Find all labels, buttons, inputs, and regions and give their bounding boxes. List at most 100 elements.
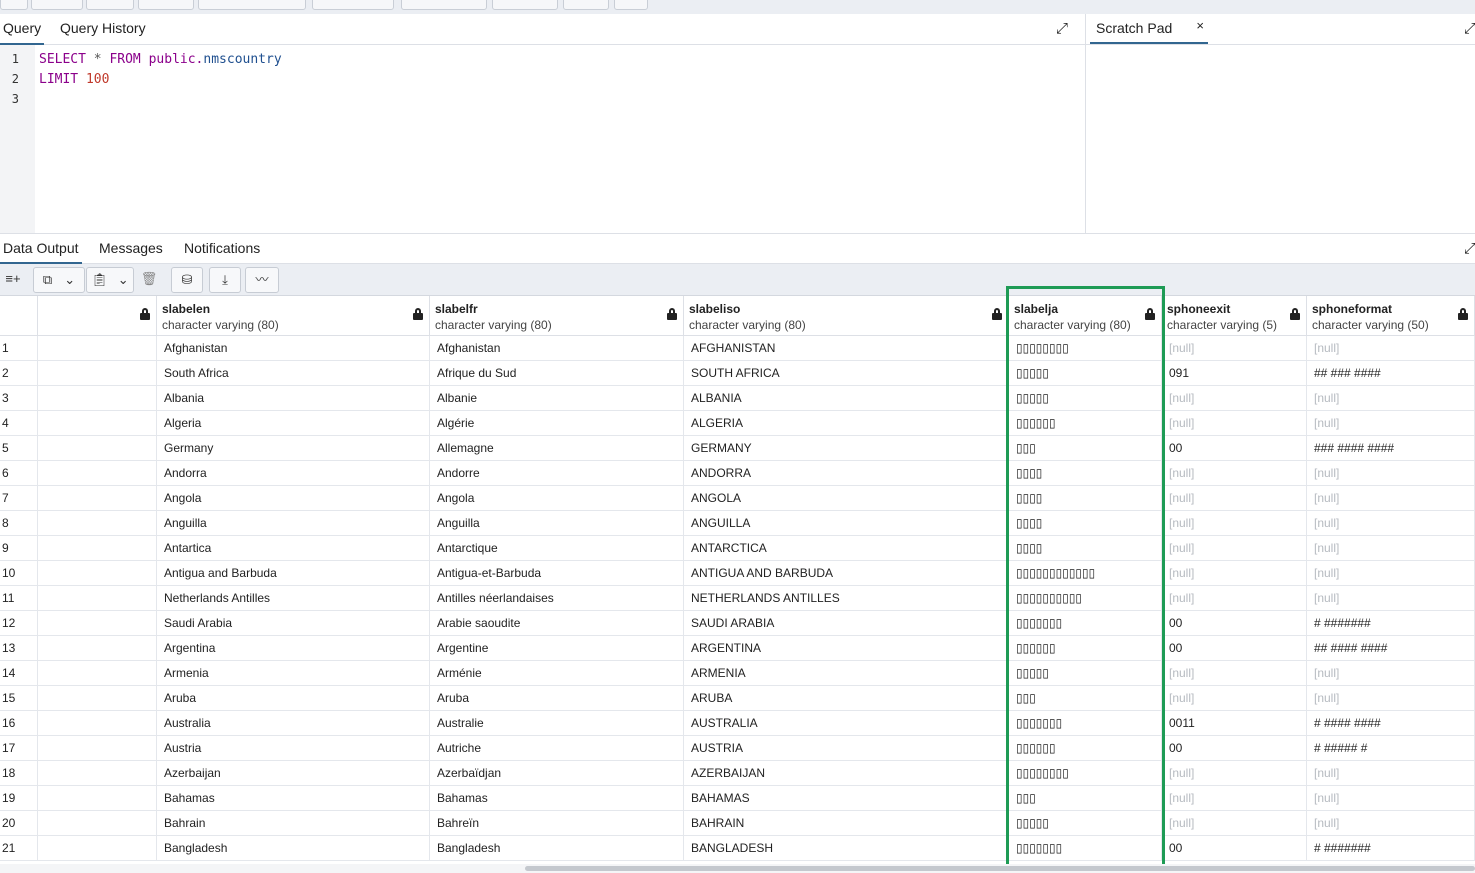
table-cell[interactable]: [null] bbox=[1162, 586, 1307, 610]
table-row[interactable]: 6 Andorra Andorre ANDORRA ▯▯▯▯ [null] [null] bbox=[0, 461, 1475, 486]
table-cell[interactable]: ▯▯▯▯▯▯▯▯ bbox=[1009, 761, 1162, 785]
table-cell[interactable] bbox=[38, 686, 157, 710]
table-cell[interactable]: [null] bbox=[1307, 661, 1475, 685]
table-cell[interactable] bbox=[38, 561, 157, 585]
table-cell[interactable]: Antigua and Barbuda bbox=[157, 561, 430, 585]
table-cell[interactable] bbox=[38, 761, 157, 785]
toolbar-button[interactable] bbox=[86, 0, 134, 10]
table-cell[interactable]: Armenia bbox=[157, 661, 430, 685]
table-cell[interactable] bbox=[38, 436, 157, 460]
table-cell[interactable]: Andorra bbox=[157, 461, 430, 485]
table-cell[interactable]: 091 bbox=[1162, 361, 1307, 385]
table-cell[interactable]: ## ### #### bbox=[1307, 361, 1475, 385]
toolbar-button[interactable] bbox=[401, 0, 487, 10]
table-cell[interactable]: Andorre bbox=[430, 461, 684, 485]
table-cell[interactable]: Algeria bbox=[157, 411, 430, 435]
table-row[interactable]: 5 Germany Allemagne GERMANY ▯▯▯ 00 ### #### ##… bbox=[0, 436, 1475, 461]
table-cell[interactable]: ▯▯▯ bbox=[1009, 686, 1162, 710]
table-row[interactable]: 10 Antigua and Barbuda Antigua-et-Barbuda A… bbox=[0, 561, 1475, 586]
toolbar-button[interactable] bbox=[31, 0, 83, 10]
table-cell[interactable]: ▯▯▯▯▯▯ bbox=[1009, 411, 1162, 435]
table-cell[interactable]: # ####### bbox=[1307, 836, 1475, 860]
table-cell[interactable]: Anguilla bbox=[157, 511, 430, 535]
table-cell[interactable]: ▯▯▯ bbox=[1009, 786, 1162, 810]
table-cell[interactable]: Antarctique bbox=[430, 536, 684, 560]
tab-messages[interactable]: Messages bbox=[99, 240, 163, 264]
table-cell[interactable]: Bangladesh bbox=[157, 836, 430, 860]
column-header[interactable]: sphoneexit character varying (5) bbox=[1162, 296, 1307, 336]
table-cell[interactable]: [null] bbox=[1162, 561, 1307, 585]
table-cell[interactable]: Arménie bbox=[430, 661, 684, 685]
table-cell[interactable] bbox=[38, 586, 157, 610]
toolbar-button[interactable] bbox=[563, 0, 609, 10]
table-cell[interactable]: Austria bbox=[157, 736, 430, 760]
table-cell[interactable] bbox=[38, 461, 157, 485]
table-cell[interactable]: Angola bbox=[157, 486, 430, 510]
toolbar-button[interactable] bbox=[0, 0, 28, 10]
table-cell[interactable]: [null] bbox=[1162, 811, 1307, 835]
close-icon[interactable]: × bbox=[1196, 18, 1204, 33]
table-cell[interactable]: Arabie saoudite bbox=[430, 611, 684, 635]
table-cell[interactable]: Azerbaïdjan bbox=[430, 761, 684, 785]
table-row[interactable]: 4 Algeria Algérie ALGERIA ▯▯▯▯▯▯ [null] [null] bbox=[0, 411, 1475, 436]
table-cell[interactable]: Autriche bbox=[430, 736, 684, 760]
table-cell[interactable]: Allemagne bbox=[430, 436, 684, 460]
table-cell[interactable]: [null] bbox=[1307, 336, 1475, 360]
table-cell[interactable]: Bahreïn bbox=[430, 811, 684, 835]
table-row[interactable]: 8 Anguilla Anguilla ANGUILLA ▯▯▯▯ [null] [null… bbox=[0, 511, 1475, 536]
tab-data-output[interactable]: Data Output bbox=[0, 240, 82, 264]
delete-icon[interactable]: 🗑︎ bbox=[136, 267, 162, 293]
column-header[interactable]: slabelen character varying (80) bbox=[157, 296, 430, 336]
table-cell[interactable]: South Africa bbox=[157, 361, 430, 385]
table-cell[interactable]: ARMENIA bbox=[684, 661, 1009, 685]
save-data-icon[interactable]: ⛁ bbox=[171, 267, 203, 293]
table-cell[interactable]: ▯▯▯▯▯▯▯ bbox=[1009, 836, 1162, 860]
table-row[interactable]: 19 Bahamas Bahamas BAHAMAS ▯▯▯ [null] [null] bbox=[0, 786, 1475, 811]
table-cell[interactable]: ALBANIA bbox=[684, 386, 1009, 410]
table-cell[interactable]: Antilles néerlandaises bbox=[430, 586, 684, 610]
table-cell[interactable]: ▯▯▯ bbox=[1009, 436, 1162, 460]
table-cell[interactable]: Albanie bbox=[430, 386, 684, 410]
table-cell[interactable]: ALGERIA bbox=[684, 411, 1009, 435]
expand-icon[interactable]: ⤢ bbox=[1462, 21, 1475, 37]
scratch-pad-textarea[interactable] bbox=[1086, 45, 1475, 233]
table-cell[interactable] bbox=[38, 486, 157, 510]
table-cell[interactable]: Azerbaijan bbox=[157, 761, 430, 785]
table-cell[interactable] bbox=[38, 511, 157, 535]
table-cell[interactable]: [null] bbox=[1162, 661, 1307, 685]
table-cell[interactable]: [null] bbox=[1162, 486, 1307, 510]
table-cell[interactable]: Argentine bbox=[430, 636, 684, 660]
table-cell[interactable] bbox=[38, 386, 157, 410]
table-cell[interactable]: ▯▯▯▯ bbox=[1009, 536, 1162, 560]
table-cell[interactable]: Aruba bbox=[430, 686, 684, 710]
table-cell[interactable]: Bahamas bbox=[430, 786, 684, 810]
add-row-icon[interactable]: ≡+ bbox=[0, 267, 26, 293]
column-header[interactable]: slabelja character varying (80) bbox=[1009, 296, 1162, 336]
table-cell[interactable]: Algérie bbox=[430, 411, 684, 435]
table-cell[interactable]: ▯▯▯▯▯▯ bbox=[1009, 636, 1162, 660]
table-cell[interactable]: BANGLADESH bbox=[684, 836, 1009, 860]
download-icon[interactable]: ⤓ bbox=[209, 267, 241, 293]
table-row[interactable]: 7 Angola Angola ANGOLA ▯▯▯▯ [null] [null] bbox=[0, 486, 1475, 511]
table-row[interactable]: 21 Bangladesh Bangladesh BANGLADESH ▯▯▯▯▯▯▯ 0… bbox=[0, 836, 1475, 861]
table-cell[interactable]: BAHAMAS bbox=[684, 786, 1009, 810]
graph-icon[interactable]: 〰 bbox=[245, 267, 279, 293]
table-cell[interactable]: ▯▯▯▯▯ bbox=[1009, 661, 1162, 685]
table-cell[interactable]: [null] bbox=[1307, 511, 1475, 535]
table-cell[interactable]: NETHERLANDS ANTILLES bbox=[684, 586, 1009, 610]
table-cell[interactable]: # ##### # bbox=[1307, 736, 1475, 760]
table-cell[interactable]: SOUTH AFRICA bbox=[684, 361, 1009, 385]
table-cell[interactable]: ▯▯▯▯▯▯▯ bbox=[1009, 611, 1162, 635]
table-cell[interactable] bbox=[38, 636, 157, 660]
table-cell[interactable]: ARUBA bbox=[684, 686, 1009, 710]
table-cell[interactable]: GERMANY bbox=[684, 436, 1009, 460]
toolbar-dropdown[interactable] bbox=[198, 0, 306, 10]
table-cell[interactable]: Bahamas bbox=[157, 786, 430, 810]
tab-notifications[interactable]: Notifications bbox=[184, 240, 260, 264]
table-row[interactable]: 16 Australia Australie AUSTRALIA ▯▯▯▯▯▯▯ 0011… bbox=[0, 711, 1475, 736]
table-cell[interactable] bbox=[38, 836, 157, 860]
table-row[interactable]: 1 Afghanistan Afghanistan AFGHANISTAN ▯▯▯▯▯▯… bbox=[0, 336, 1475, 361]
table-cell[interactable]: [null] bbox=[1162, 761, 1307, 785]
table-cell[interactable]: Bangladesh bbox=[430, 836, 684, 860]
table-cell[interactable] bbox=[38, 711, 157, 735]
